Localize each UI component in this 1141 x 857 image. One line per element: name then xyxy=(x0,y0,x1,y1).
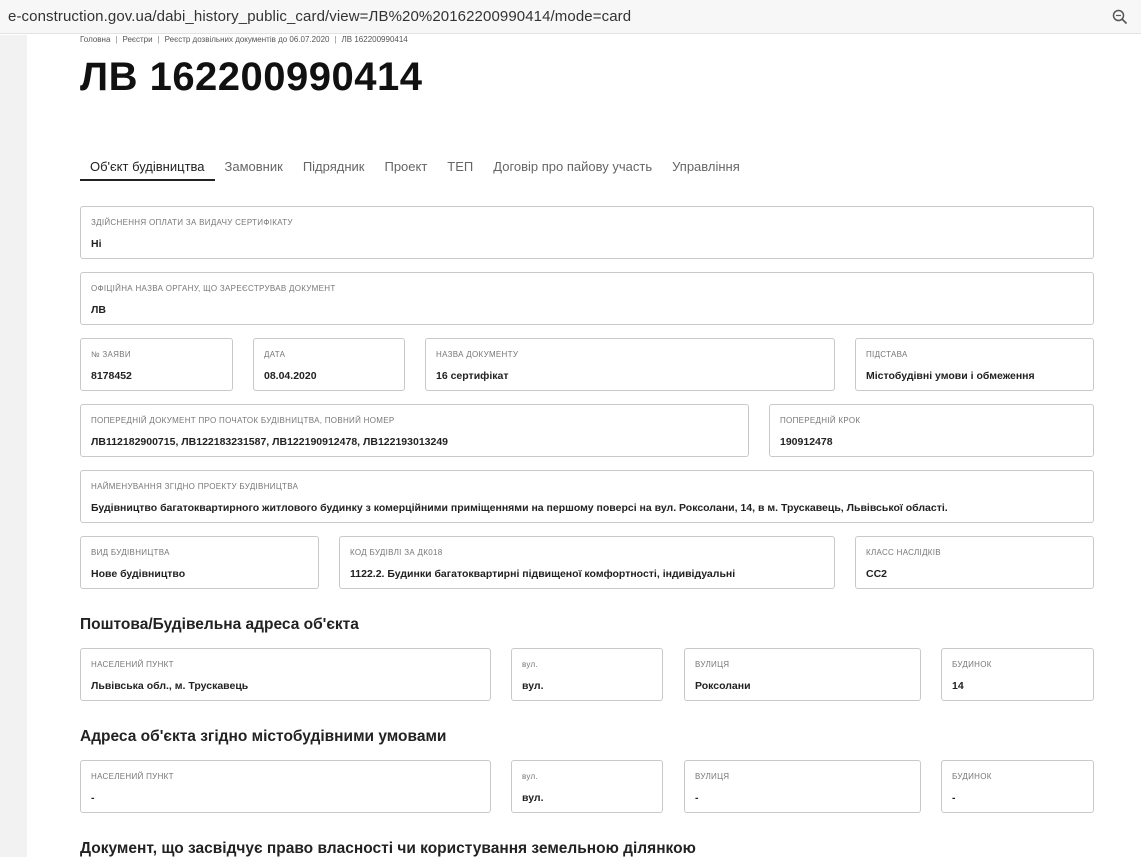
field-value: вул. xyxy=(522,792,544,804)
field-value: Будівництво багатоквартирного житлового … xyxy=(91,502,948,514)
field-value: ЛВ112182900715, ЛВ122183231587, ЛВ122190… xyxy=(91,436,449,448)
field-value: 190912478 xyxy=(780,436,833,448)
urban-address-heading: Адреса об'єкта згідно містобудівними умо… xyxy=(80,728,447,745)
field-label: Попередній документ про початок будівниц… xyxy=(91,416,395,425)
page-title: ЛВ 162200990414 xyxy=(80,55,423,99)
postal-building-field: Будинок 14 xyxy=(941,648,1094,701)
breadcrumb-home[interactable]: Головна xyxy=(80,35,110,44)
urban-settlement-field: Населений пункт - xyxy=(80,760,491,813)
field-value: 16 сертифікат xyxy=(436,370,509,382)
consequence-class-field: Класс наслідків СС2 xyxy=(855,536,1094,589)
page-content: Головна | Реєстри | Реєстр дозвільних докуме… xyxy=(0,35,1141,857)
field-label: Населений пункт xyxy=(91,772,174,781)
tab-equity-agreement[interactable]: Договір про пайову участь xyxy=(483,153,662,181)
field-value: 08.04.2020 xyxy=(264,370,317,382)
field-label: Підстава xyxy=(866,350,908,359)
postal-street-field: Вулиця Роксолани xyxy=(684,648,921,701)
field-label: Вулиця xyxy=(695,660,730,669)
basis-field: Підстава Містобудівні умови і обмеження xyxy=(855,338,1094,391)
previous-step-field: Попередній крок 190912478 xyxy=(769,404,1094,457)
field-value: Львівська обл., м. Трускавець xyxy=(91,680,249,692)
date-field: Дата 08.04.2020 xyxy=(253,338,405,391)
land-document-heading: Документ, що засвідчує право власності ч… xyxy=(80,840,696,857)
field-label: вул. xyxy=(522,772,538,781)
breadcrumb-separator: | xyxy=(334,35,337,44)
breadcrumb-registry[interactable]: Реєстр дозвільних документів до 06.07.20… xyxy=(165,35,330,44)
urban-street-type-field: вул. вул. xyxy=(511,760,663,813)
field-label: Населений пункт xyxy=(91,660,174,669)
field-value: вул. xyxy=(522,680,544,692)
breadcrumb-current: ЛВ 162200990414 xyxy=(341,35,408,44)
tab-construction-object[interactable]: Об'єкт будівництва xyxy=(80,153,215,181)
field-label: Код будівлі за ДК018 xyxy=(350,548,443,557)
breadcrumb: Головна | Реєстри | Реєстр дозвільних докуме… xyxy=(80,35,408,44)
tab-contractor[interactable]: Підрядник xyxy=(293,153,375,181)
field-value: ЛВ xyxy=(91,304,106,316)
payment-field: Здійснення оплати за видачу сертифікату … xyxy=(80,206,1094,259)
project-name-field: Найменування згідно проекту будівництва … xyxy=(80,470,1094,523)
building-code-field: Код будівлі за ДК018 1122.2. Будинки баг… xyxy=(339,536,835,589)
field-label: Будинок xyxy=(952,660,992,669)
zoom-icon[interactable] xyxy=(1111,8,1129,26)
field-value: Містобудівні умови і обмеження xyxy=(866,370,1035,382)
field-value: Нове будівництво xyxy=(91,568,186,580)
field-value: 1122.2. Будинки багатоквартирні підвищен… xyxy=(350,568,736,580)
tab-tep[interactable]: ТЕП xyxy=(437,153,483,181)
tab-management[interactable]: Управління xyxy=(662,153,750,181)
tab-bar: Об'єкт будівництва Замовник Підрядник Пр… xyxy=(80,153,750,181)
field-value: Роксолани xyxy=(695,680,751,692)
field-value: 8178452 xyxy=(91,370,132,382)
urban-street-field: Вулиця - xyxy=(684,760,921,813)
field-label: № заяви xyxy=(91,350,131,359)
field-label: Назва документу xyxy=(436,350,519,359)
previous-document-field: Попередній документ про початок будівниц… xyxy=(80,404,749,457)
postal-address-heading: Поштова/Будівельна адреса об'єкта xyxy=(80,616,359,633)
urban-building-field: Будинок - xyxy=(941,760,1094,813)
url-text[interactable]: e-construction.gov.ua/dabi_history_publi… xyxy=(8,8,631,25)
field-label: Будинок xyxy=(952,772,992,781)
breadcrumb-registries[interactable]: Реєстри xyxy=(122,35,152,44)
field-label: Вид будівництва xyxy=(91,548,170,557)
field-value: - xyxy=(952,792,956,804)
field-label: Попередній крок xyxy=(780,416,861,425)
breadcrumb-separator: | xyxy=(157,35,160,44)
field-label: Офіційна назва органу, що зареєстрував д… xyxy=(91,284,336,293)
authority-field: Офіційна назва органу, що зареєстрував д… xyxy=(80,272,1094,325)
field-value: Ні xyxy=(91,238,102,250)
field-label: Вулиця xyxy=(695,772,730,781)
field-label: Класс наслідків xyxy=(866,548,941,557)
document-name-field: Назва документу 16 сертифікат xyxy=(425,338,835,391)
browser-address-bar[interactable]: e-construction.gov.ua/dabi_history_publi… xyxy=(0,0,1141,34)
construction-type-field: Вид будівництва Нове будівництво xyxy=(80,536,319,589)
field-label: Дата xyxy=(264,350,286,359)
field-value: - xyxy=(695,792,699,804)
field-value: 14 xyxy=(952,680,964,692)
tab-customer[interactable]: Замовник xyxy=(215,153,293,181)
field-value: - xyxy=(91,792,95,804)
breadcrumb-separator: | xyxy=(115,35,118,44)
field-label: Здійснення оплати за видачу сертифікату xyxy=(91,218,293,227)
field-label: Найменування згідно проекту будівництва xyxy=(91,482,299,491)
tab-project[interactable]: Проект xyxy=(374,153,437,181)
postal-settlement-field: Населений пункт Львівська обл., м. Труск… xyxy=(80,648,491,701)
postal-street-type-field: вул. вул. xyxy=(511,648,663,701)
application-number-field: № заяви 8178452 xyxy=(80,338,233,391)
field-value: СС2 xyxy=(866,568,888,580)
field-label: вул. xyxy=(522,660,538,669)
